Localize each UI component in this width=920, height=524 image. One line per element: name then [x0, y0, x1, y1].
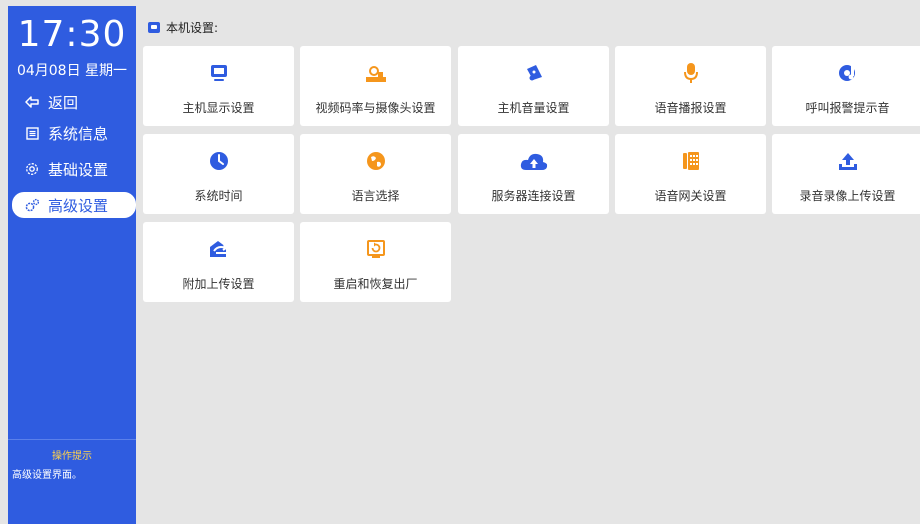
restart-icon	[300, 238, 451, 260]
section-title-text: 本机设置:	[166, 21, 219, 35]
card-host-volume[interactable]: 主机音量设置	[458, 46, 609, 126]
card-recording-upload[interactable]: 录音录像上传设置	[772, 134, 920, 214]
hint-text: 高级设置界面。	[12, 470, 82, 481]
section-title: 本机设置:	[148, 19, 218, 36]
cloud-upload-icon	[458, 150, 609, 172]
card-label: 录音录像上传设置	[799, 189, 896, 203]
card-label: 语音播报设置	[654, 101, 727, 115]
card-label: 附加上传设置	[182, 277, 255, 291]
gear-icon	[22, 162, 42, 176]
sidebar: 17:30 04月08日 星期一 返回 系统信息 基础设置 高级设置 操作提示 …	[8, 6, 136, 524]
globe-icon	[300, 150, 451, 172]
nav-back-label: 返回	[48, 93, 79, 112]
nav-advanced-settings-label: 高级设置	[48, 196, 109, 215]
card-language[interactable]: 语言选择	[300, 134, 451, 214]
monitor-small-icon	[148, 22, 160, 33]
card-voice-gateway[interactable]: 语音网关设置	[615, 134, 766, 214]
card-label: 语音网关设置	[654, 189, 727, 203]
card-host-display[interactable]: 主机显示设置	[143, 46, 294, 126]
monitor-icon	[143, 62, 294, 84]
phone-gateway-icon	[615, 150, 766, 172]
card-label: 系统时间	[194, 189, 243, 203]
date: 04月08日 星期一	[16, 63, 128, 79]
nav-system-info[interactable]: 系统信息	[8, 120, 136, 146]
camera-settings-icon	[300, 62, 451, 84]
speaker-icon	[458, 62, 609, 84]
gears-icon	[22, 198, 42, 212]
upload-icon	[772, 150, 920, 172]
microphone-icon	[615, 62, 766, 84]
card-server-connection[interactable]: 服务器连接设置	[458, 134, 609, 214]
card-label: 主机音量设置	[497, 101, 570, 115]
document-icon	[22, 126, 42, 140]
card-label: 呼叫报警提示音	[805, 101, 890, 115]
hint-title: 操作提示	[52, 451, 92, 462]
card-label: 视频码率与摄像头设置	[315, 101, 436, 115]
card-call-alarm-sound[interactable]: 呼叫报警提示音	[772, 46, 920, 126]
upload-extra-icon	[143, 238, 294, 260]
clock: 17:30	[17, 14, 127, 55]
top-bar	[0, 0, 920, 6]
divider	[8, 439, 136, 440]
back-arrow-icon	[22, 96, 42, 108]
card-voice-broadcast[interactable]: 语音播报设置	[615, 46, 766, 126]
card-label: 服务器连接设置	[491, 189, 576, 203]
card-label: 主机显示设置	[182, 101, 255, 115]
music-note-icon	[772, 62, 920, 84]
card-restart-factory-reset[interactable]: 重启和恢复出厂	[300, 222, 451, 302]
card-label: 重启和恢复出厂	[333, 277, 418, 291]
nav-basic-settings-label: 基础设置	[48, 160, 109, 179]
card-label: 语言选择	[351, 189, 400, 203]
nav-back[interactable]: 返回	[8, 89, 136, 115]
nav-basic-settings[interactable]: 基础设置	[8, 156, 136, 182]
card-system-time[interactable]: 系统时间	[143, 134, 294, 214]
clock-icon	[143, 150, 294, 172]
nav-system-info-label: 系统信息	[48, 124, 109, 143]
card-extra-upload[interactable]: 附加上传设置	[143, 222, 294, 302]
nav-advanced-settings[interactable]: 高级设置	[12, 192, 136, 218]
card-video-camera[interactable]: 视频码率与摄像头设置	[300, 46, 451, 126]
